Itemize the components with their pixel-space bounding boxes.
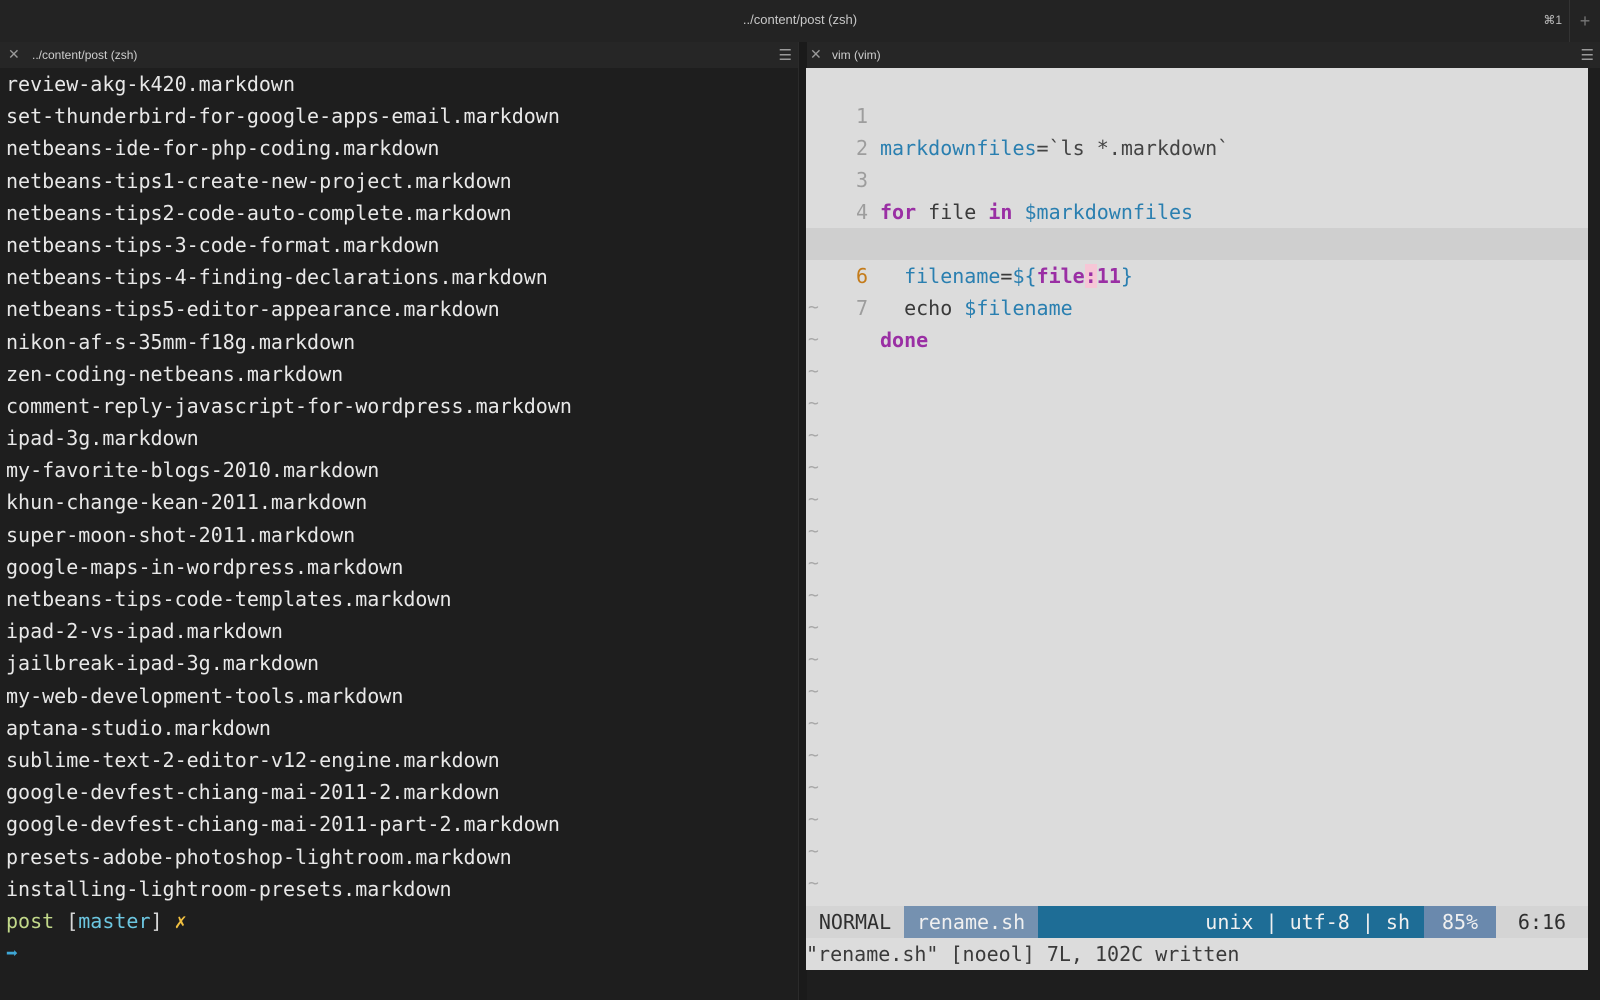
list-item: comment-reply-javascript-for-wordpress.m…	[6, 393, 572, 418]
cursor-position: 6:16	[1496, 906, 1588, 938]
close-icon[interactable]: ✕	[810, 46, 822, 63]
list-item: netbeans-ide-for-php-coding.markdown	[6, 136, 440, 161]
empty-line-marker: ~	[808, 585, 819, 606]
list-item: khun-change-kean-2011.markdown	[6, 490, 368, 515]
list-item: ipad-2-vs-ipad.markdown	[6, 619, 283, 644]
code-line[interactable]: 1 markdownfiles=`ls *.markdown`	[806, 68, 1588, 160]
prompt-bracket-close: ]	[150, 908, 163, 933]
git-dirty-icon: ✗	[174, 908, 187, 933]
empty-line-marker: ~	[808, 617, 819, 638]
code-line-current[interactable]: 6 echo $filename	[806, 228, 1588, 320]
vim-statusline: NORMAL rename.sh unix | utf-8 | sh 85% 6…	[806, 906, 1588, 938]
empty-line-marker: ~	[808, 521, 819, 542]
list-item: google-maps-in-wordpress.markdown	[6, 554, 404, 579]
list-item: netbeans-tips5-editor-appearance.markdow…	[6, 297, 500, 322]
list-item: super-moon-shot-2011.markdown	[6, 522, 356, 547]
list-item: netbeans-tips-3-code-format.markdown	[6, 232, 440, 257]
scroll-percent: 85%	[1424, 906, 1496, 938]
empty-line-marker: ~	[808, 489, 819, 510]
code-token: echo	[880, 296, 953, 320]
shell-input-line[interactable]: ➡	[6, 937, 796, 969]
list-item: ipad-3g.markdown	[6, 426, 199, 451]
filename-indicator: rename.sh	[904, 906, 1038, 938]
list-item: jailbreak-ipad-3g.markdown	[6, 651, 320, 676]
left-pane-header: ✕ ../content/post (zsh) ☰	[0, 42, 798, 68]
new-tab-button[interactable]: +	[1569, 0, 1600, 42]
empty-line-marker: ~	[808, 649, 819, 670]
empty-line-marker: ~	[808, 809, 819, 830]
right-pane-title: vim (vim)	[832, 48, 881, 62]
prompt-git-branch: master	[78, 908, 151, 933]
terminal-output[interactable]: review-akg-k420.markdown set-thunderbird…	[6, 68, 796, 969]
left-pane-title: ../content/post (zsh)	[32, 48, 138, 62]
list-item: netbeans-tips-code-templates.markdown	[6, 587, 452, 611]
empty-line-marker: ~	[808, 777, 819, 798]
mode-indicator: NORMAL	[806, 906, 904, 938]
tab-shortcut[interactable]: ⌘1	[1543, 13, 1562, 27]
empty-line-marker: ~	[808, 745, 819, 766]
list-item: my-web-development-tools.markdown	[6, 683, 404, 708]
list-item: zen-coding-netbeans.markdown	[6, 361, 344, 386]
empty-line-marker: ~	[808, 425, 819, 446]
empty-line-marker: ~	[808, 681, 819, 702]
empty-line-marker: ~	[808, 713, 819, 734]
empty-line-marker: ~	[808, 841, 819, 862]
right-pane-header: ✕ vim (vim) ☰	[800, 42, 1600, 68]
code-token: done	[880, 328, 929, 352]
empty-line-marker: ~	[808, 393, 819, 414]
hamburger-menu-icon[interactable]: ☰	[1581, 46, 1594, 64]
list-item: review-akg-k420.markdown	[6, 72, 295, 96]
code-line[interactable]: 5 filename=${file:11}	[806, 196, 1588, 288]
prompt-bracket-open: [	[66, 908, 79, 933]
empty-line-marker: ~	[808, 329, 819, 350]
prompt-directory: post	[6, 908, 55, 933]
list-item: presets-adobe-photoshop-lightroom.markdo…	[6, 844, 512, 869]
list-item: my-favorite-blogs-2010.markdown	[6, 458, 380, 483]
code-token: $filename	[952, 296, 1073, 320]
list-item: set-thunderbird-for-google-apps-email.ma…	[6, 104, 560, 129]
vim-editor[interactable]: 1 markdownfiles=`ls *.markdown` 2 3 for …	[806, 68, 1588, 906]
list-item: sublime-text-2-editor-v12-engine.markdow…	[6, 747, 500, 772]
code-line[interactable]: 2	[806, 100, 1588, 160]
file-format-info: unix | utf-8 | sh	[1038, 906, 1424, 938]
empty-line-marker: ~	[808, 361, 819, 382]
code-line[interactable]: 4 do	[806, 164, 1588, 256]
list-item: google-devfest-chiang-mai-2011-part-2.ma…	[6, 812, 560, 837]
list-item: google-devfest-chiang-mai-2011-2.markdow…	[6, 780, 500, 805]
window-titlebar: ../content/post (zsh) ⌘1 +	[0, 0, 1600, 42]
window-title: ../content/post (zsh)	[742, 12, 858, 27]
vim-command-line[interactable]: "rename.sh" [noeol] 7L, 102C written	[806, 938, 1588, 970]
code-line[interactable]: 7 done	[806, 260, 1588, 352]
empty-line-marker: ~	[808, 297, 819, 318]
list-item: aptana-studio.markdown	[6, 715, 271, 740]
empty-line-marker: ~	[808, 553, 819, 574]
list-item: netbeans-tips-4-finding-declarations.mar…	[6, 265, 548, 290]
close-icon[interactable]: ✕	[8, 46, 20, 63]
prompt-arrow-icon: ➡	[6, 941, 19, 966]
shell-prompt: post [master] ✗	[6, 905, 796, 937]
list-item: netbeans-tips1-create-new-project.markdo…	[6, 168, 512, 193]
list-item: nikon-af-s-35mm-f18g.markdown	[6, 329, 356, 354]
vim-scroll-gutter	[1588, 68, 1600, 970]
hamburger-menu-icon[interactable]: ☰	[779, 46, 792, 64]
empty-line-marker: ~	[808, 873, 819, 894]
code-line[interactable]: 3 for file in $markdownfiles	[806, 132, 1588, 224]
empty-line-marker: ~	[808, 457, 819, 478]
list-item: netbeans-tips2-code-auto-complete.markdo…	[6, 200, 512, 225]
list-item: installing-lightroom-presets.markdown	[6, 876, 452, 901]
